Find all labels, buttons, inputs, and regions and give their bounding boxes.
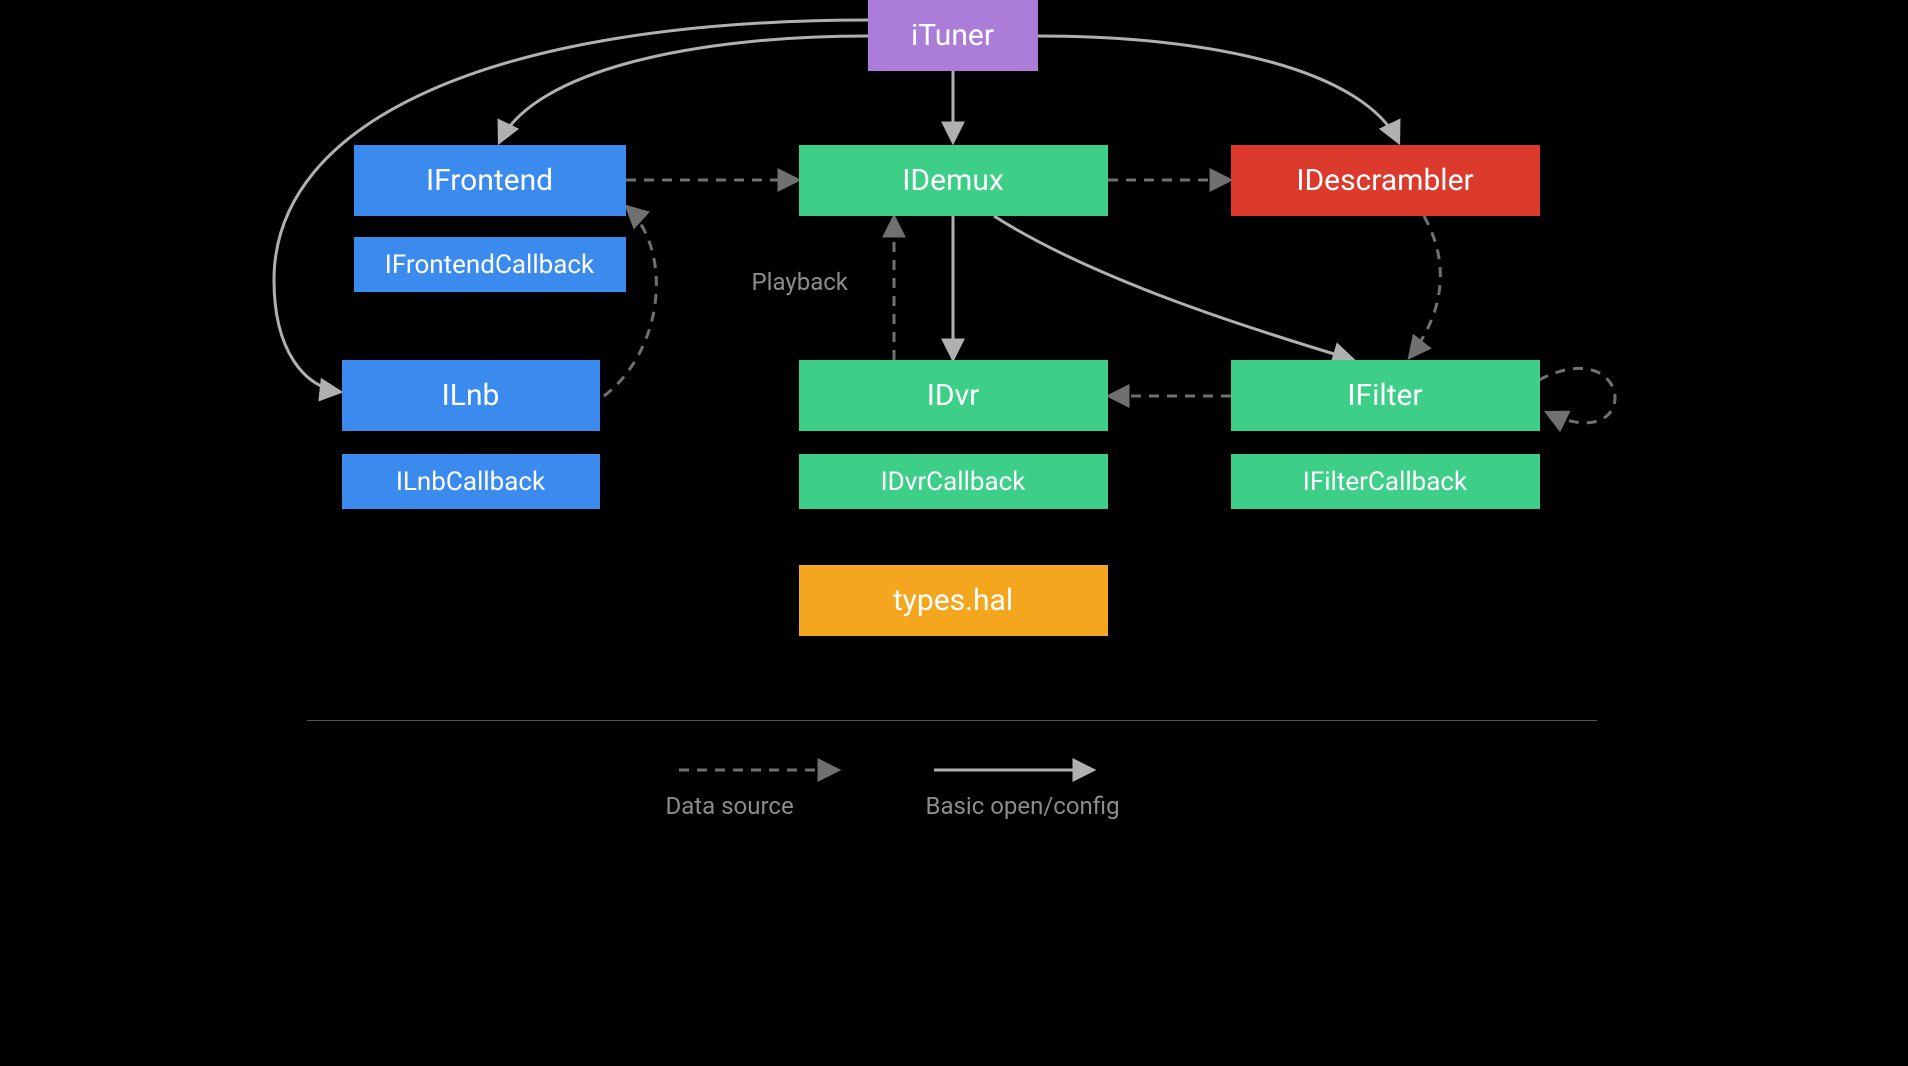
node-idvr-callback: IDvrCallback [799,454,1108,509]
legend-dashed-label: Data source [666,792,794,820]
label-playback: Playback [752,268,848,296]
edge-ifilter-to-ifilter [1539,368,1615,422]
node-ituner: iTuner [868,0,1038,71]
node-ilnb: ILnb [342,360,600,431]
edge-ituner-to-ifrontend [499,36,868,143]
edge-idemux-to-ifilter [994,216,1354,360]
edge-ilnb-to-ifrontend [604,206,656,396]
node-idemux: IDemux [799,145,1108,216]
node-ifilter-callback: IFilterCallback [1231,454,1540,509]
node-idvr: IDvr [799,360,1108,431]
node-ifrontend: IFrontend [354,145,626,216]
edge-idescrambler-to-ifilter [1409,216,1440,358]
node-types-hal: types.hal [799,565,1108,636]
node-ifilter: IFilter [1231,360,1540,431]
node-idescrambler: IDescrambler [1231,145,1540,216]
node-ifrontend-callback: IFrontendCallback [354,237,626,292]
diagram-canvas: iTuner IFrontend IFrontendCallback ILnb … [194,0,1715,854]
legend-solid-label: Basic open/config [926,792,1120,820]
legend-divider [307,720,1597,721]
edge-ituner-to-idescrambler [1038,36,1399,143]
node-ilnb-callback: ILnbCallback [342,454,600,509]
